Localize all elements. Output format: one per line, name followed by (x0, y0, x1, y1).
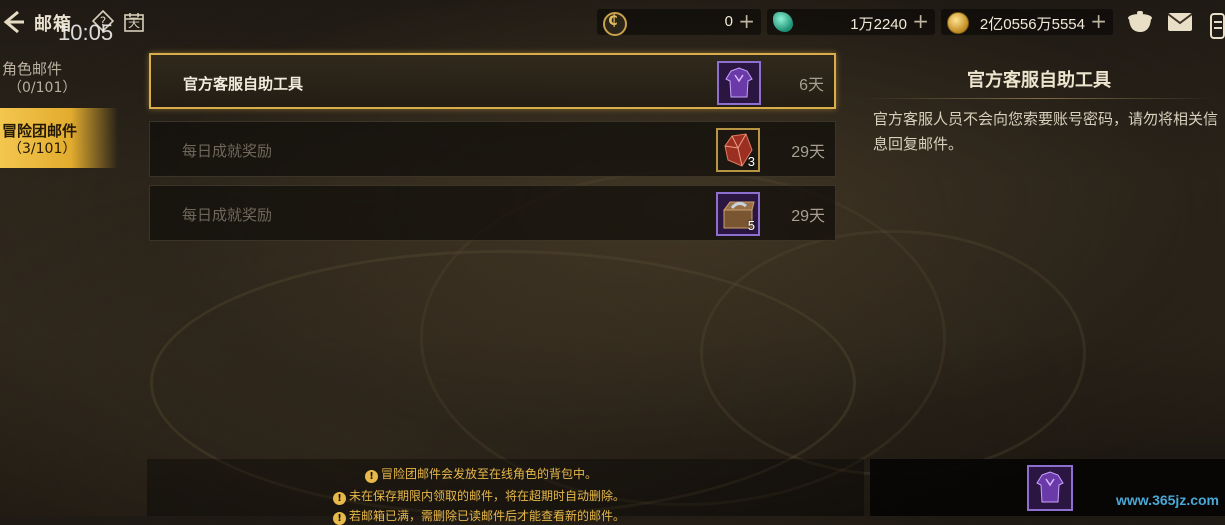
purple-armor-icon[interactable] (717, 61, 761, 105)
currency-coin: 0 + (597, 9, 761, 36)
mail-detail-panel: 官方客服自助工具 官方客服人员不会向您索要账号密码，请勿将相关信息回复邮件。 (853, 44, 1225, 464)
coin-icon (603, 12, 627, 36)
treasure-box-icon[interactable]: 5 (716, 192, 760, 236)
tab-adventure-mail-count: （3/101） (8, 141, 77, 157)
calendar-button[interactable]: 天 (123, 11, 145, 33)
notice-text: 冒险团邮件会发放至在线角色的背包中。 (381, 467, 598, 481)
mail-detail-title: 官方客服自助工具 (967, 70, 1111, 91)
notice-bar: ! 冒险团邮件会发放至在线角色的背包中。 ! 未在保存期限内领取的邮件，将在超期时自… (147, 459, 864, 525)
notice-line: ! 未在保存期限内领取的邮件，将在超期时自动删除。 (333, 487, 625, 505)
purple-armor-icon[interactable] (1027, 465, 1073, 511)
mail-item[interactable]: 每日成就奖励 3 29天 (149, 121, 836, 177)
currency-gold: 2亿0556万5554 + (941, 9, 1113, 35)
tab-role-mail-label: 角色邮件 (2, 60, 63, 78)
tab-role-mail[interactable]: 角色邮件 （0/101） (0, 55, 118, 101)
gold-icon (947, 12, 969, 34)
mail-detail-body: 官方客服人员不会向您索要账号密码，请勿将相关信息回复邮件。 (873, 110, 1219, 153)
add-coin-button[interactable]: + (738, 9, 755, 33)
warning-icon: ! (333, 492, 346, 505)
mail-expiry-days: 29天 (791, 208, 825, 225)
mail-title: 官方客服自助工具 (183, 75, 304, 93)
back-button[interactable] (0, 8, 26, 36)
warning-icon: ! (333, 512, 346, 525)
mail-item[interactable]: 每日成就奖励 5 29天 (149, 185, 836, 241)
gold-value: 2亿0556万5554 (979, 16, 1085, 33)
gem-icon (773, 12, 793, 32)
mail-item[interactable]: 官方客服自助工具 6天 (149, 53, 836, 109)
warning-icon: ! (365, 470, 378, 483)
notice-line: ! 冒险团邮件会发放至在线角色的背包中。 (365, 465, 597, 483)
divider (861, 98, 1217, 99)
item-quantity: 5 (747, 218, 755, 233)
red-crystal-icon[interactable]: 3 (716, 128, 760, 172)
currency-gem: 1万2240 + (767, 9, 935, 35)
mail-expiry-days: 6天 (799, 77, 824, 94)
watermark: www.365jz.com (1116, 492, 1219, 508)
add-gold-button[interactable]: + (1090, 9, 1107, 33)
mail-icon[interactable] (1167, 12, 1193, 32)
item-quantity: 3 (747, 154, 755, 169)
mail-expiry-days: 29天 (791, 144, 825, 161)
calendar-label: 天 (127, 16, 140, 30)
notice-line: ! 若邮箱已满，需删除已读邮件后才能查看新的邮件。 (333, 507, 625, 525)
gem-value: 1万2240 (850, 16, 907, 33)
coin-value: 0 (724, 13, 733, 30)
notice-text: 未在保存期限内领取的邮件，将在超期时自动删除。 (349, 489, 626, 503)
tab-adventure-mail[interactable]: 冒险团邮件 （3/101） (0, 108, 118, 168)
notice-text: 若邮箱已满，需删除已读邮件后才能查看新的邮件。 (349, 509, 626, 523)
mail-title: 每日成就奖励 (182, 142, 273, 160)
back-arrow-icon (3, 10, 24, 34)
tab-role-mail-count: （0/101） (8, 80, 77, 96)
system-clock: 10:05 (58, 20, 114, 45)
top-bar: 邮箱 ? 天 10:05 0 + 1万2240 + 2亿0556万5554 + (0, 0, 1225, 45)
cauldron-icon[interactable] (1126, 10, 1154, 34)
mail-title: 每日成就奖励 (182, 206, 273, 224)
menu-icon[interactable] (1208, 10, 1225, 42)
add-gem-button[interactable]: + (912, 9, 929, 33)
attachment-bar: www.365jz.com (870, 459, 1225, 516)
